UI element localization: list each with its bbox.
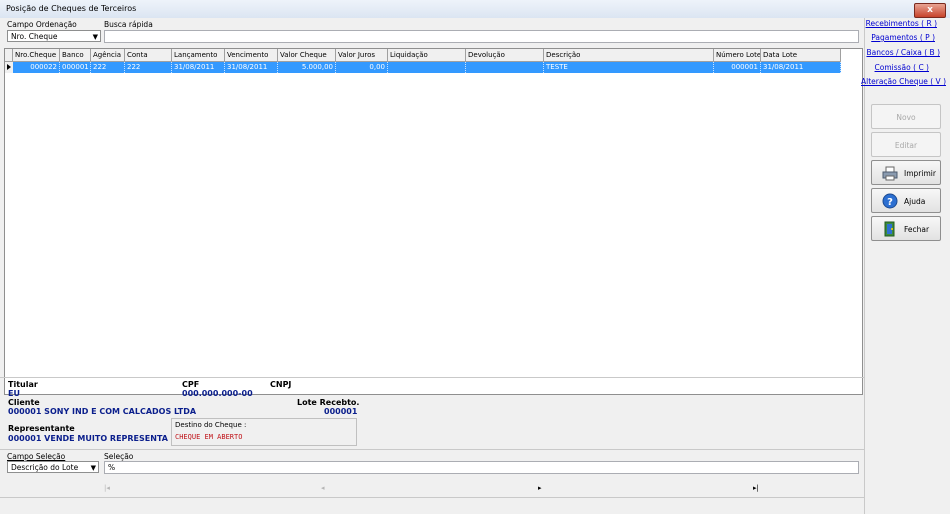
cpf-label: CPF — [182, 380, 200, 389]
nav-next-button[interactable]: ▸ — [538, 484, 542, 492]
help-icon: ? — [882, 193, 898, 209]
editar-label: Editar — [894, 141, 918, 150]
campo-selecao-label: Campo Seleção — [7, 452, 66, 461]
cell-data-lote: 31/08/2011 — [761, 62, 841, 73]
status-bar — [0, 497, 864, 514]
order-label: Campo Ordenação — [7, 20, 77, 29]
col-header[interactable]: Descrição — [544, 49, 714, 61]
col-header[interactable]: Liquidação — [388, 49, 466, 61]
col-header[interactable]: Data Lote — [761, 49, 841, 61]
cell-conta: 222 — [125, 62, 172, 73]
col-header[interactable]: Nro.Cheque — [13, 49, 60, 61]
cell-liquidacao — [388, 62, 466, 73]
ajuda-label: Ajuda — [904, 197, 926, 206]
col-header[interactable]: Lançamento — [172, 49, 225, 61]
fechar-button[interactable]: Fechar — [871, 216, 941, 241]
col-header[interactable]: Valor Cheque — [278, 49, 336, 61]
novo-button[interactable]: Novo — [871, 104, 941, 129]
campo-selecao-select[interactable]: Descrição do Lote ▼ — [7, 461, 99, 473]
cell-banco: 000001 — [60, 62, 91, 73]
link-comissao[interactable]: Comissão ( C ) — [875, 63, 929, 72]
editar-button[interactable]: Editar — [871, 132, 941, 157]
destino-box: Destino do Cheque : CHEQUE EM ABERTO — [171, 418, 357, 446]
representante-value: 000001 VENDE MUITO REPRESENTAÇÕ — [8, 434, 168, 443]
search-label: Busca rápida — [104, 20, 153, 29]
cell-agencia: 222 — [91, 62, 125, 73]
cell-numero-lote: 000001 — [714, 62, 761, 73]
destino-label: Destino do Cheque : — [175, 421, 247, 429]
cnpj-label: CNPJ — [270, 380, 292, 389]
cell-lancamento: 31/08/2011 — [172, 62, 225, 73]
close-button[interactable]: x — [914, 3, 946, 18]
lote-label: Lote Recebto. — [297, 398, 360, 407]
novo-label: Novo — [896, 113, 916, 122]
lote-value: 000001 — [324, 407, 358, 416]
cell-vencimento: 31/08/2011 — [225, 62, 278, 73]
divider — [0, 377, 864, 378]
cpf-value: 000.000.000-00 — [182, 389, 253, 398]
order-select-value: Nro. Cheque — [11, 32, 58, 41]
link-pagamentos[interactable]: Pagamentos ( P ) — [871, 33, 935, 42]
window-title: Posição de Cheques de Terceiros — [6, 4, 137, 13]
col-header[interactable]: Banco — [60, 49, 91, 61]
titular-value: EU — [8, 389, 20, 398]
cell-descricao: TESTE — [544, 62, 714, 73]
svg-text:?: ? — [887, 197, 893, 208]
row-indicator-header — [5, 49, 13, 61]
divider — [0, 449, 864, 450]
destino-value: CHEQUE EM ABERTO — [175, 433, 243, 441]
chevron-down-icon: ▼ — [90, 464, 96, 472]
sidebar: Recebimentos ( R ) Pagamentos ( P ) Banc… — [861, 18, 950, 514]
titular-label: Titular — [8, 380, 38, 389]
cheques-grid[interactable]: Nro.Cheque Banco Agência Conta Lançament… — [4, 48, 863, 395]
nav-last-button[interactable]: ▸| — [753, 484, 759, 492]
fechar-label: Fechar — [904, 225, 930, 234]
col-header[interactable]: Número Lote — [714, 49, 761, 61]
imprimir-button[interactable]: Imprimir — [871, 160, 941, 185]
exit-door-icon — [884, 221, 895, 237]
nav-first-button[interactable]: |◂ — [104, 484, 110, 492]
main-panel: Campo Ordenação Nro. Cheque ▼ Busca rápi… — [0, 18, 865, 514]
cell-valor-cheque: 5.000,00 — [278, 62, 336, 73]
selecao-label: Seleção — [104, 452, 134, 461]
col-header[interactable]: Devolução — [466, 49, 544, 61]
col-header[interactable]: Vencimento — [225, 49, 278, 61]
order-select[interactable]: Nro. Cheque ▼ — [7, 30, 101, 42]
representante-label: Representante — [8, 424, 75, 433]
table-row[interactable]: 000022 000001 222 222 31/08/2011 31/08/2… — [13, 62, 841, 73]
col-header[interactable]: Valor Juros — [336, 49, 388, 61]
search-input[interactable] — [104, 30, 859, 43]
link-alteracao-cheque[interactable]: Alteração Cheque ( V ) — [861, 77, 946, 86]
grid-header: Nro.Cheque Banco Agência Conta Lançament… — [5, 49, 841, 62]
selecao-input[interactable]: % — [104, 461, 859, 474]
ajuda-button[interactable]: ? Ajuda — [871, 188, 941, 213]
cell-nro-cheque: 000022 — [13, 62, 60, 73]
cliente-label: Cliente — [8, 398, 40, 407]
nav-prev-button[interactable]: ◂ — [321, 484, 325, 492]
link-bancos-caixa[interactable]: Bancos / Caixa ( B ) — [866, 48, 940, 57]
cliente-value: 000001 SONY IND E COM CALCADOS LTDA — [8, 407, 197, 416]
printer-icon — [882, 166, 898, 181]
campo-selecao-value: Descrição do Lote — [11, 463, 79, 472]
col-header[interactable]: Conta — [125, 49, 172, 61]
link-recebimentos[interactable]: Recebimentos ( R ) — [866, 19, 937, 28]
cell-devolucao — [466, 62, 544, 73]
cell-valor-juros: 0,00 — [336, 62, 388, 73]
chevron-down-icon: ▼ — [92, 33, 98, 41]
col-header[interactable]: Agência — [91, 49, 125, 61]
imprimir-label: Imprimir — [904, 169, 936, 178]
title-bar: Posição de Cheques de Terceiros x — [0, 0, 950, 19]
